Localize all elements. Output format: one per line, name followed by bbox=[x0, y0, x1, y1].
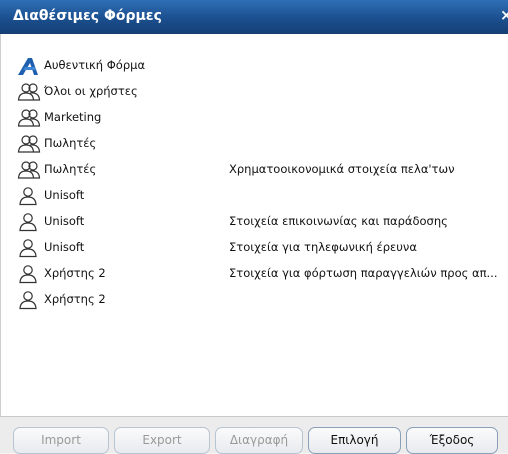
user-group-icon bbox=[17, 135, 41, 153]
button-bar: Import Export Διαγραφή Επιλογή Έξοδος bbox=[0, 417, 508, 454]
user-icon bbox=[19, 265, 37, 284]
list-item[interactable]: Unisoft Στοιχεία επικοινωνίας και παράδο… bbox=[1, 209, 508, 235]
form-description: Στοιχεία επικοινωνίας και παράδοσης bbox=[229, 214, 448, 228]
form-name: Πωλητές bbox=[44, 136, 97, 150]
form-name: Πωλητές bbox=[44, 162, 97, 176]
delete-button[interactable]: Διαγραφή bbox=[215, 427, 303, 454]
form-description: Χρηματοοικονομικά στοιχεία πελα'των bbox=[229, 162, 455, 176]
import-button[interactable]: Import bbox=[13, 427, 109, 454]
form-name: Χρήστης 2 bbox=[44, 292, 106, 306]
form-description: Στοιχεία για τηλεφωνική έρευνα bbox=[229, 240, 417, 254]
list-item[interactable]: Πωλητές bbox=[1, 131, 508, 157]
form-name: Unisoft bbox=[44, 214, 85, 228]
close-icon[interactable]: × bbox=[500, 6, 508, 24]
list-item[interactable]: Αυθεντική Φόρμα bbox=[1, 53, 508, 79]
form-name: Όλοι οι χρήστες bbox=[44, 84, 138, 98]
list-item[interactable]: Χρήστης 2 bbox=[1, 287, 508, 313]
list-item[interactable]: Πωλητές Χρηματοοικονομικά στοιχεία πελα'… bbox=[1, 157, 508, 183]
form-description: Στοιχεία για φόρτωση παραγγελιών προς απ… bbox=[229, 266, 498, 280]
list-item[interactable]: Marketing bbox=[1, 105, 508, 131]
user-icon bbox=[19, 187, 37, 206]
user-group-icon bbox=[17, 83, 41, 101]
authentic-form-icon bbox=[18, 58, 38, 75]
user-icon bbox=[19, 239, 37, 258]
form-name: Unisoft bbox=[44, 240, 85, 254]
title-bar: Διαθέσιμες Φόρμες × bbox=[0, 0, 508, 34]
exit-button[interactable]: Έξοδος bbox=[406, 427, 498, 454]
select-button[interactable]: Επιλογή bbox=[308, 427, 401, 454]
user-icon bbox=[19, 213, 37, 232]
export-button[interactable]: Export bbox=[114, 427, 210, 454]
list-item[interactable]: Unisoft bbox=[1, 183, 508, 209]
user-icon bbox=[19, 291, 37, 310]
list-item[interactable]: Όλοι οι χρήστες bbox=[1, 79, 508, 105]
list-item[interactable]: Unisoft Στοιχεία για τηλεφωνική έρευνα bbox=[1, 235, 508, 261]
form-name: Αυθεντική Φόρμα bbox=[44, 58, 146, 72]
user-group-icon bbox=[17, 161, 41, 179]
form-name: Unisoft bbox=[44, 188, 85, 202]
user-group-icon bbox=[17, 109, 41, 127]
form-name: Marketing bbox=[44, 110, 102, 124]
list-item[interactable]: Χρήστης 2 Στοιχεία για φόρτωση παραγγελι… bbox=[1, 261, 508, 287]
window-title: Διαθέσιμες Φόρμες bbox=[13, 8, 162, 24]
forms-list: Αυθεντική Φόρμα Όλοι οι χρήστες Marketin… bbox=[0, 34, 508, 416]
form-name: Χρήστης 2 bbox=[44, 266, 106, 280]
